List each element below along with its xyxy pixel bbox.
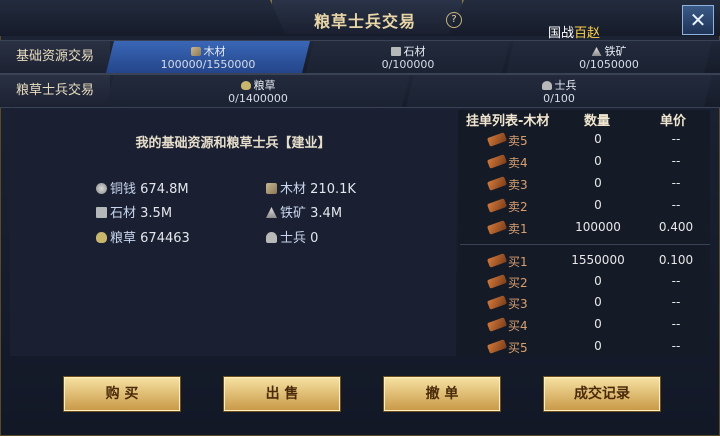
- wood-log-icon: [487, 253, 507, 268]
- stat-iron: 铁矿 3.4M: [266, 202, 342, 221]
- wood-log-icon: [487, 274, 507, 289]
- buy-button[interactable]: 购 买: [64, 377, 180, 411]
- sell-order-row[interactable]: 卖2 0 --: [460, 195, 710, 217]
- trade-records-button[interactable]: 成交记录: [544, 377, 660, 411]
- wood-icon: [191, 47, 201, 56]
- coin-icon: [96, 183, 107, 194]
- resource-tab-iron[interactable]: 铁矿 0/1050000: [506, 41, 712, 73]
- troop-resource-row: 粮草士兵交易 粮草 0/1400000 士兵 0/100: [0, 74, 720, 108]
- stone-icon: [391, 47, 401, 56]
- buy-order-row[interactable]: 买5 0 --: [460, 336, 710, 358]
- stat-grain: 粮草 674463: [96, 227, 190, 246]
- resource-tab-stone[interactable]: 石材 0/100000: [306, 41, 510, 73]
- national-war-label: 国战百赵: [548, 26, 601, 41]
- wood-log-icon: [487, 132, 507, 147]
- resource-tab-grain[interactable]: 粮草 0/1400000: [106, 75, 410, 107]
- wood-log-icon: [487, 317, 507, 332]
- wood-log-icon: [487, 176, 507, 191]
- wood-log-icon: [487, 295, 507, 310]
- sell-order-row[interactable]: 卖1 100000 0.400: [460, 217, 710, 239]
- window-title: 粮草士兵交易: [313, 12, 416, 31]
- resource-tab-wood[interactable]: 木材 100000/1550000: [106, 41, 310, 73]
- wood-icon: [266, 183, 277, 194]
- troop-trade-label: 粮草士兵交易: [0, 75, 110, 107]
- grain-icon: [96, 232, 107, 243]
- stat-stone: 石材 3.5M: [96, 202, 172, 221]
- stone-icon: [96, 207, 107, 218]
- basic-resource-trade-label: 基础资源交易: [0, 41, 110, 73]
- cancel-order-button[interactable]: 撤 单: [384, 377, 500, 411]
- stat-wood: 木材 210.1K: [266, 178, 356, 197]
- iron-icon: [592, 47, 602, 56]
- stat-soldier: 士兵 0: [266, 227, 318, 246]
- resource-tab-soldier[interactable]: 士兵 0/100: [406, 75, 712, 107]
- soldier-icon: [542, 81, 552, 90]
- wood-log-icon: [487, 220, 507, 235]
- basic-resource-row: 基础资源交易 木材 100000/1550000 石材 0/100000 铁矿 …: [0, 40, 720, 74]
- sell-button[interactable]: 出 售: [224, 377, 340, 411]
- close-button[interactable]: ✕: [682, 5, 714, 35]
- wood-log-icon: [487, 198, 507, 213]
- order-list-header-price: 单价: [660, 114, 687, 129]
- stat-copper: 铜钱 674.8M: [96, 178, 189, 197]
- order-list-header-qty: 数量: [584, 114, 611, 129]
- wood-log-icon: [487, 339, 507, 354]
- order-list-header-title: 挂单列表-木材: [466, 114, 550, 129]
- buy-order-row[interactable]: 买2 0 --: [460, 271, 710, 293]
- help-icon[interactable]: ?: [446, 12, 462, 28]
- sell-order-row[interactable]: 卖3 0 --: [460, 173, 710, 195]
- buy-order-row[interactable]: 买1 1550000 0.100: [460, 250, 710, 272]
- sell-order-row[interactable]: 卖5 0 --: [460, 129, 710, 151]
- my-resources-title: 我的基础资源和粮草士兵【建业】: [135, 136, 331, 151]
- order-list-divider: [460, 244, 710, 245]
- buy-order-row[interactable]: 买4 0 --: [460, 314, 710, 336]
- sell-order-row[interactable]: 卖4 0 --: [460, 151, 710, 173]
- soldier-icon: [266, 232, 277, 243]
- buy-order-row[interactable]: 买3 0 --: [460, 292, 710, 314]
- grain-icon: [241, 81, 251, 90]
- wood-log-icon: [487, 154, 507, 169]
- iron-icon: [266, 207, 277, 218]
